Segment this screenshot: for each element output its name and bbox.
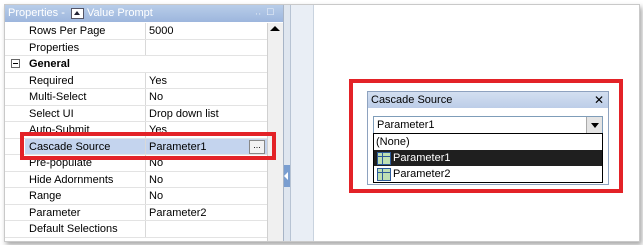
properties-titlebar: Properties - Value Prompt ᆢ □ (5, 5, 283, 22)
column-divider (145, 105, 146, 121)
property-value[interactable]: No (149, 91, 163, 103)
row-gutter (5, 105, 25, 121)
dialog-title: Cascade Source (371, 94, 453, 106)
property-row[interactable]: Multi-Select No (5, 89, 267, 106)
property-row[interactable]: Select UI Drop down list (5, 105, 267, 122)
property-grid: Rows Per Page 5000 Properties General Requir… (5, 23, 267, 238)
property-name: Default Selections (29, 223, 118, 235)
row-gutter (5, 188, 25, 204)
chevron-down-icon[interactable] (586, 117, 602, 133)
screenshot-frame: Properties - Value Prompt ᆢ □ Rows Per P… (4, 4, 640, 242)
property-name: Range (29, 190, 62, 202)
select-ancestor-icon[interactable] (71, 8, 84, 19)
row-gutter (5, 23, 25, 39)
pane-splitter[interactable] (284, 5, 291, 241)
close-icon[interactable]: ✕ (594, 93, 604, 107)
autohide-pin-icon[interactable]: ᆢ (253, 6, 263, 22)
properties-pane: Properties - Value Prompt ᆢ □ Rows Per P… (5, 5, 284, 241)
object-type-label: Value Prompt (87, 7, 153, 19)
column-divider (145, 188, 146, 204)
cascade-source-dropdown[interactable]: Parameter1 (373, 116, 603, 134)
option-label: (None) (376, 136, 410, 148)
property-name: Multi-Select (29, 91, 87, 103)
column-divider (145, 221, 146, 237)
property-value[interactable]: No (149, 190, 163, 202)
property-row[interactable]: Range No (5, 188, 267, 205)
property-name: Required (29, 74, 74, 87)
option-label: Parameter2 (393, 168, 451, 180)
parameter-icon (377, 168, 391, 181)
row-gutter (5, 72, 25, 88)
property-category[interactable]: General (5, 56, 267, 73)
property-name: General (29, 58, 70, 70)
parameter-icon (377, 152, 391, 165)
collapse-icon[interactable] (11, 59, 20, 68)
option-label: Parameter1 (393, 152, 451, 164)
property-row[interactable]: Hide Adornments No (5, 171, 267, 188)
property-value[interactable]: Yes (149, 75, 167, 87)
property-name: Parameter (29, 206, 81, 219)
property-row[interactable]: Rows Per Page 5000 (5, 23, 267, 40)
property-name: Select UI (29, 107, 74, 120)
property-value[interactable]: Drop down list (149, 108, 219, 120)
cascade-source-dialog: Cascade Source ✕ Parameter1 (None) Parame… (367, 91, 609, 185)
row-gutter (5, 89, 25, 105)
property-value[interactable]: Parameter2 (149, 207, 206, 219)
column-divider (145, 89, 146, 105)
dropdown-value: Parameter1 (377, 119, 435, 131)
property-name: Rows Per Page (29, 25, 106, 37)
dropdown-option[interactable]: Parameter1 (374, 150, 602, 166)
collapse-pane-icon[interactable] (284, 165, 290, 187)
property-value[interactable]: 5000 (149, 25, 173, 37)
properties-title: Properties - (8, 7, 65, 19)
property-name: Properties (29, 41, 80, 54)
row-gutter (5, 171, 25, 187)
scroll-up-arrow-icon[interactable] (270, 26, 280, 31)
property-value[interactable]: No (149, 174, 163, 186)
column-divider (145, 39, 146, 55)
row-gutter (5, 39, 25, 55)
column-divider (145, 204, 146, 220)
dropdown-option[interactable]: (None) (374, 134, 602, 150)
row-gutter (5, 204, 25, 220)
cascade-source-highlight (20, 132, 276, 160)
dialog-header: Cascade Source ✕ (368, 92, 608, 108)
column-divider (145, 72, 146, 88)
row-gutter (5, 221, 25, 237)
property-name: Hide Adornments (29, 173, 114, 186)
dropdown-list: (None) Parameter1 Parameter2 (373, 133, 603, 183)
work-area-margin (291, 5, 314, 241)
property-row[interactable]: Parameter Parameter2 (5, 204, 267, 221)
property-row[interactable]: Properties (5, 39, 267, 56)
property-row[interactable]: Default Selections (5, 221, 267, 238)
column-divider (145, 171, 146, 187)
maximize-icon[interactable]: □ (267, 6, 274, 18)
column-divider (145, 23, 146, 39)
property-row[interactable]: Required Yes (5, 72, 267, 89)
dropdown-option[interactable]: Parameter2 (374, 166, 602, 182)
